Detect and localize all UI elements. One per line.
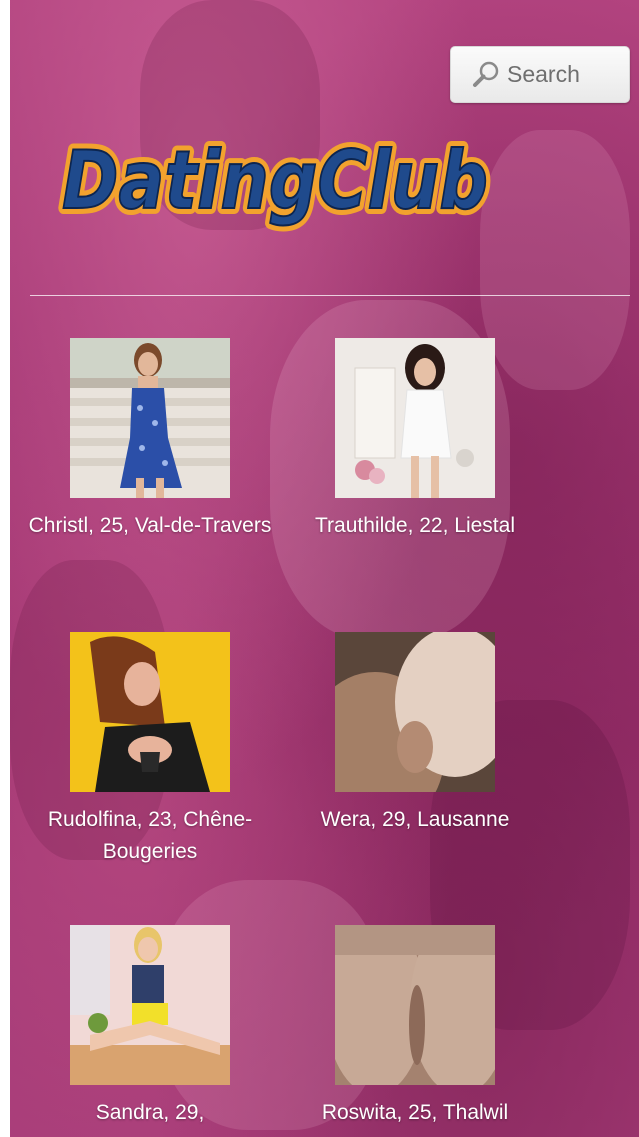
profile-photo[interactable] <box>70 632 230 792</box>
profile-grid: Christl, 25, Val-de-Travers Trauthilde, … <box>10 0 639 1137</box>
profile-caption[interactable]: Sandra, 29, <box>25 1097 275 1129</box>
profile-caption[interactable]: Wera, 29, Lausanne <box>290 804 540 836</box>
profile-card[interactable]: Trauthilde, 22, Liestal <box>280 338 550 542</box>
page-background: Search DatingClub DatingClub Christl, 25… <box>10 0 639 1137</box>
profile-caption[interactable]: Christl, 25, Val-de-Travers <box>25 510 275 542</box>
profile-card[interactable]: Roswita, 25, Thalwil <box>280 925 550 1129</box>
profile-card[interactable]: Wera, 29, Lausanne <box>280 632 550 836</box>
profile-card[interactable]: Sandra, 29, <box>15 925 285 1129</box>
profile-photo[interactable] <box>70 925 230 1085</box>
profile-photo[interactable] <box>335 338 495 498</box>
profile-card[interactable]: Rudolfina, 23, Chêne-Bougeries <box>15 632 285 868</box>
profile-caption[interactable]: Roswita, 25, Thalwil <box>290 1097 540 1129</box>
profile-photo[interactable] <box>335 925 495 1085</box>
profile-caption[interactable]: Trauthilde, 22, Liestal <box>290 510 540 542</box>
profile-photo[interactable] <box>335 632 495 792</box>
profile-card[interactable]: Christl, 25, Val-de-Travers <box>15 338 285 542</box>
profile-caption[interactable]: Rudolfina, 23, Chêne-Bougeries <box>25 804 275 868</box>
profile-photo[interactable] <box>70 338 230 498</box>
